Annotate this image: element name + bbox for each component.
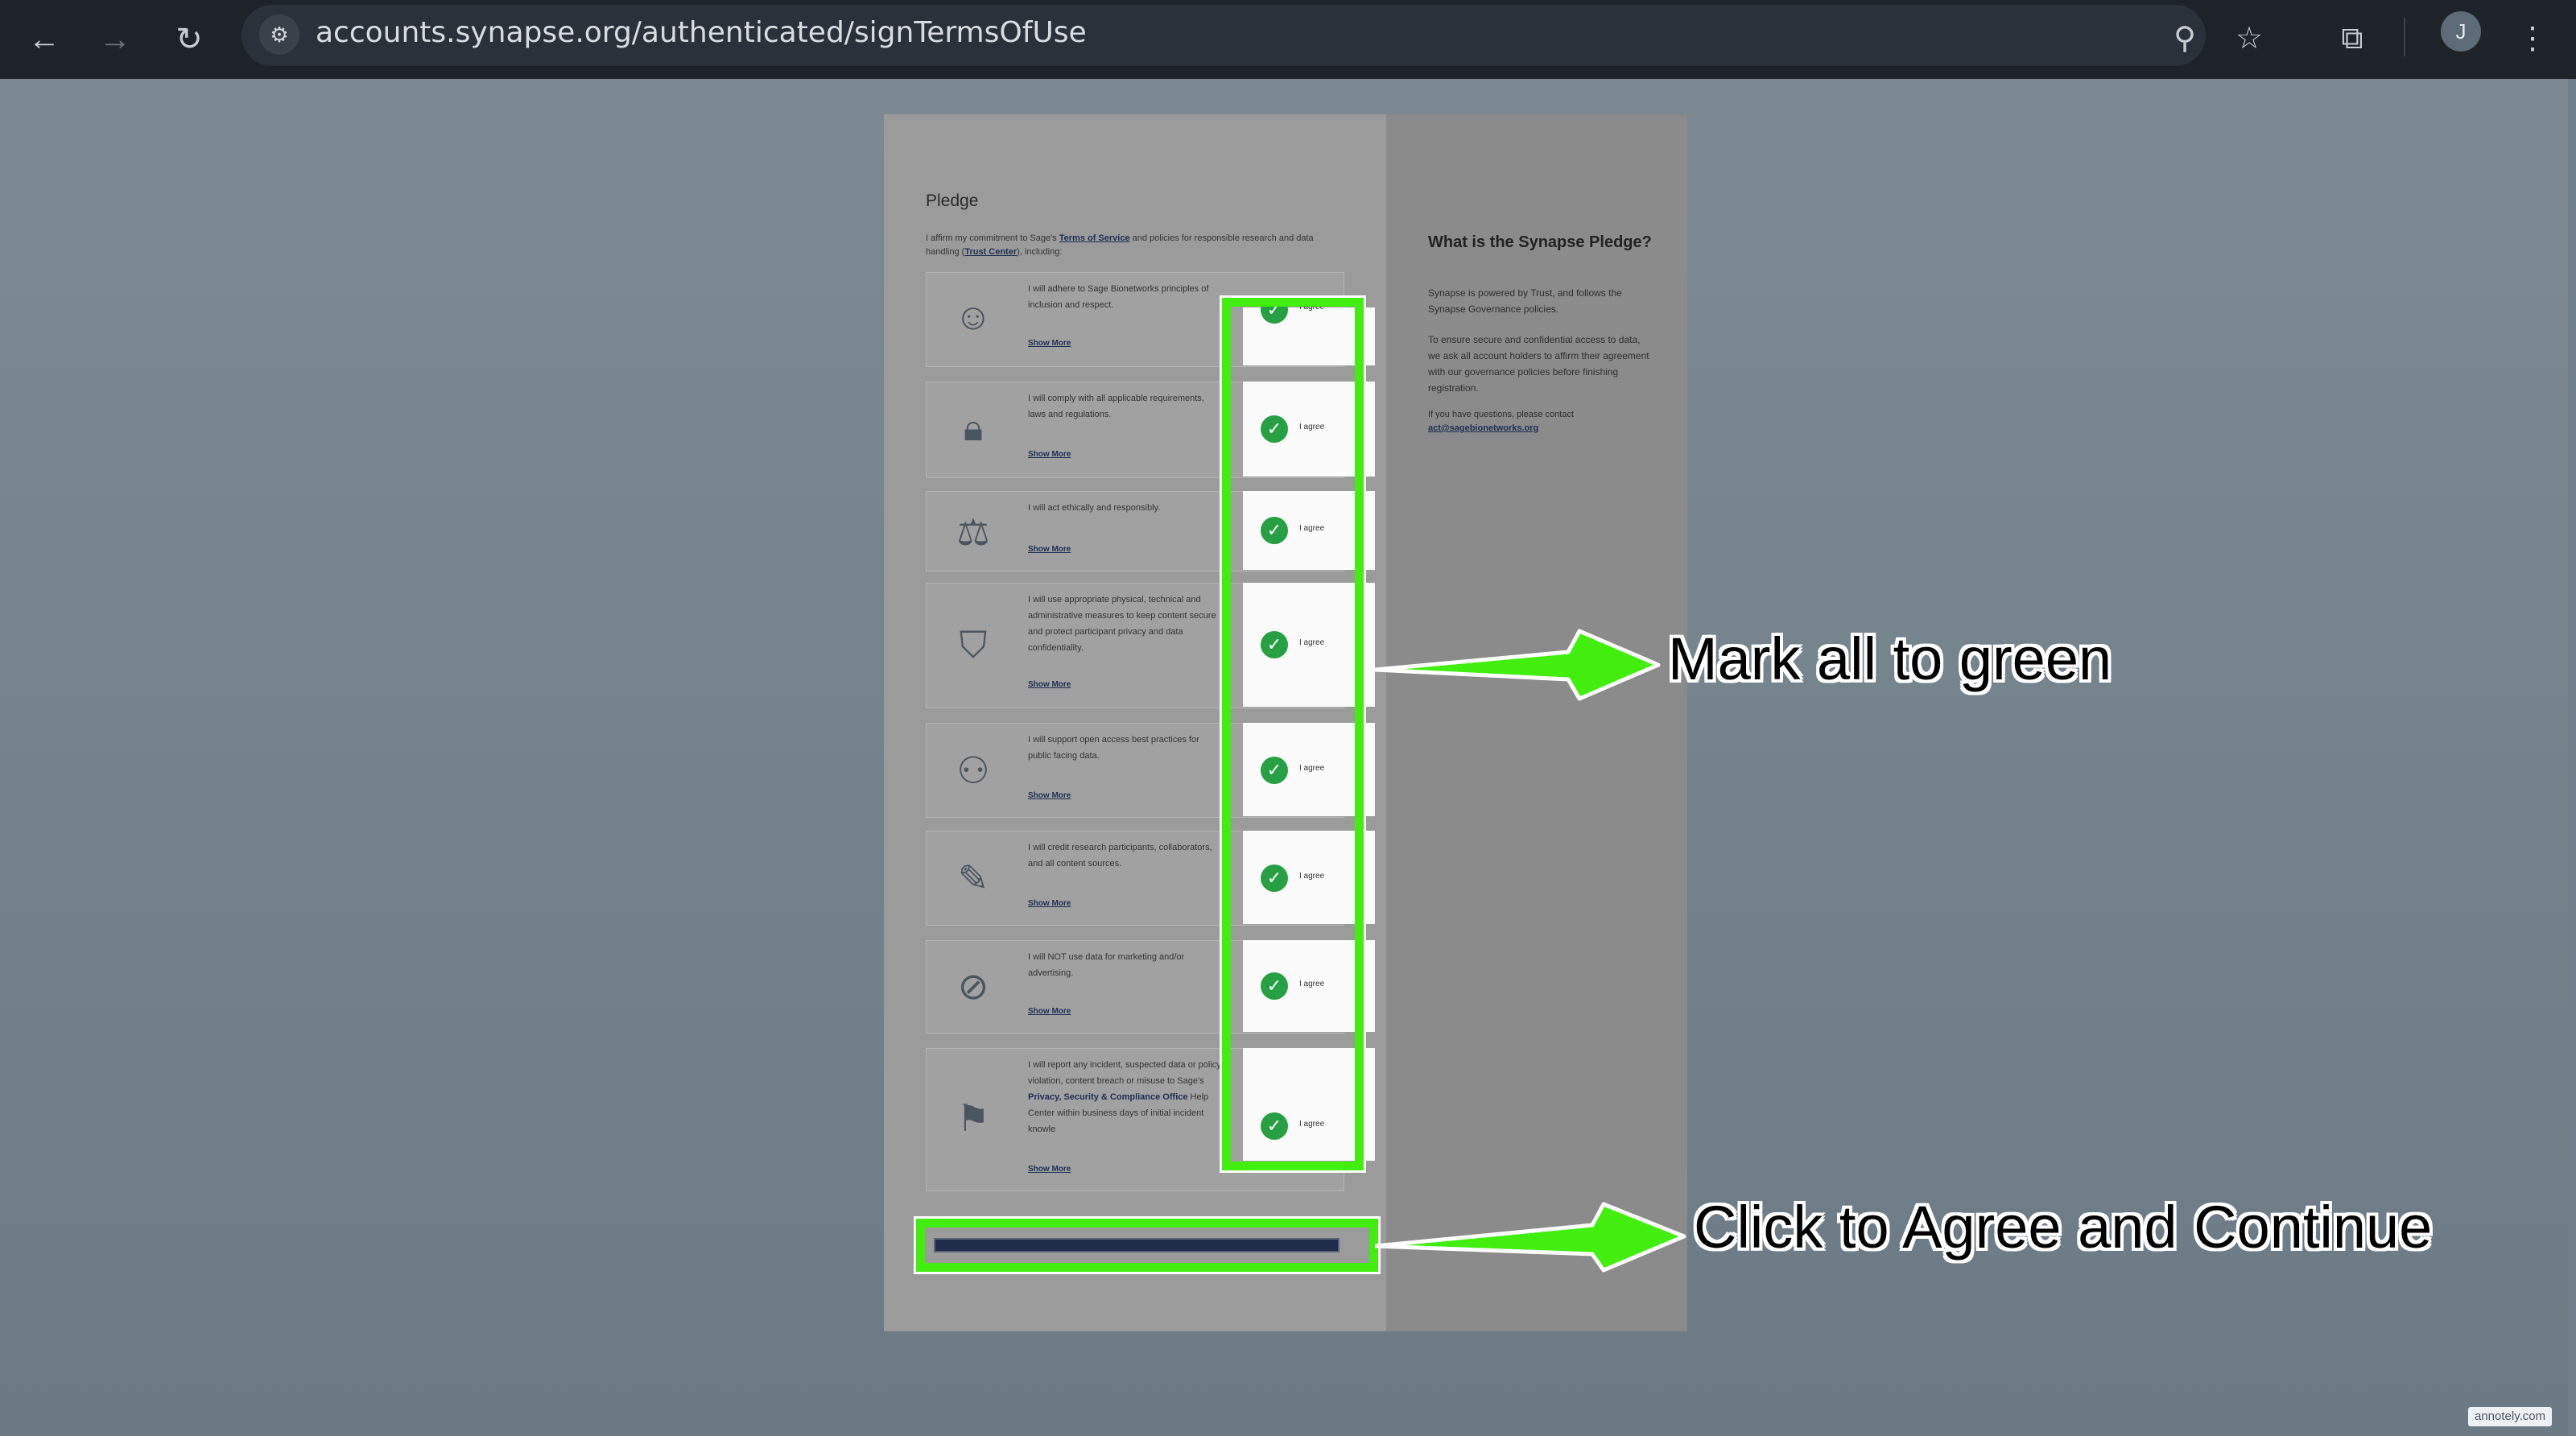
show-more-link[interactable]: Show More [1028, 450, 1071, 459]
show-more-link[interactable]: Show More [1028, 545, 1071, 554]
pledge-intro: I affirm my commitment to Sage's Terms o… [926, 232, 1344, 259]
reload-icon[interactable]: ↻ [167, 18, 211, 61]
show-more-link[interactable]: Show More [1028, 1007, 1071, 1016]
arrow-right-icon [1375, 1202, 1686, 1273]
page-scrollbar[interactable] [2568, 79, 2576, 1436]
show-more-link[interactable]: Show More [1028, 791, 1071, 800]
pledge-text: I will use appropriate physical, technic… [1028, 595, 1216, 653]
pledge-text: I will support open access best practice… [1028, 735, 1199, 761]
show-more-link[interactable]: Show More [1028, 680, 1071, 689]
info-title: What is the Synapse Pledge? [1428, 233, 1652, 251]
show-more-link[interactable]: Show More [1028, 1165, 1071, 1174]
padlock-icon: 🔒︎ [963, 406, 984, 448]
people-circle-icon: ⚇ [956, 749, 990, 791]
pledge-text-part: I will report any incident, suspected da… [1028, 1060, 1221, 1086]
pencil-icon: ✎ [957, 857, 989, 899]
show-more-link[interactable]: Show More [1028, 339, 1071, 348]
arrow-left-icon[interactable]: ← [23, 18, 66, 61]
pledge-text: I will NOT use data for marketing and/or… [1028, 952, 1185, 978]
toolbar-separator [2404, 18, 2405, 56]
pledge-text: I will adhere to Sage Bionetworks princi… [1028, 284, 1209, 310]
highlight-agree-button [914, 1216, 1381, 1274]
intro-text: ), including: [1017, 247, 1063, 257]
url-text[interactable]: accounts.synapse.org/authenticated/signT… [316, 16, 1087, 49]
intro-text: I affirm my commitment to Sage's [926, 233, 1059, 243]
puzzle-icon[interactable]: ⧉ [2330, 16, 2375, 61]
show-more-link[interactable]: Show More [1028, 899, 1071, 908]
terms-of-service-link[interactable]: Terms of Service [1059, 233, 1130, 243]
avatar[interactable]: J [2441, 11, 2481, 52]
pledge-text: I will comply with all applicable requir… [1028, 394, 1204, 419]
privacy-security-compliance-link[interactable]: Privacy, Security & Compliance Office [1028, 1092, 1187, 1102]
highlight-checkboxes [1220, 295, 1366, 1173]
pledge-text: I will act ethically and responsibly. [1028, 503, 1161, 513]
contact-email-link[interactable]: act@sagebionetworks.org [1428, 423, 1538, 433]
pledge-text: I will report any incident, suspected da… [1028, 1057, 1225, 1137]
scales-icon: ⚖ [956, 511, 990, 553]
pledge-info-panel: What is the Synapse Pledge? Synapse is p… [1386, 114, 1687, 1331]
caption-mark-all-green: Mark all to green [1668, 625, 2112, 692]
tune-icon[interactable]: ⚙ [259, 14, 299, 55]
pledge-text: I will credit research participants, col… [1028, 843, 1212, 869]
arrow-right-icon[interactable]: → [93, 18, 137, 61]
browser-toolbar: ← → ↻ ⚙ accounts.synapse.org/authenticat… [0, 0, 2576, 79]
info-paragraph: To ensure secure and confidential access… [1428, 334, 1649, 394]
chat-faces-icon: ☺ [954, 295, 993, 337]
flag-icon: ⚑ [956, 1097, 990, 1139]
star-icon[interactable]: ☆ [2227, 16, 2272, 61]
pledge-title: Pledge [926, 192, 979, 210]
watermark: annotely.com [2468, 1407, 2553, 1426]
magnifier-icon[interactable]: ⚲ [2162, 16, 2207, 61]
info-paragraph: Synapse is powered by Trust, and follows… [1428, 287, 1622, 315]
no-advertising-icon: ⊘ [957, 965, 989, 1007]
kebab-menu-icon[interactable]: ⋮ [2510, 16, 2555, 61]
info-contact-text: If you have questions, please contact [1428, 410, 1575, 419]
trust-center-link[interactable]: Trust Center [964, 247, 1017, 257]
shield-check-icon: ⛉ [959, 624, 988, 666]
caption-agree-continue: Click to Agree and Continue [1694, 1194, 2433, 1261]
arrow-right-icon [1375, 629, 1661, 701]
